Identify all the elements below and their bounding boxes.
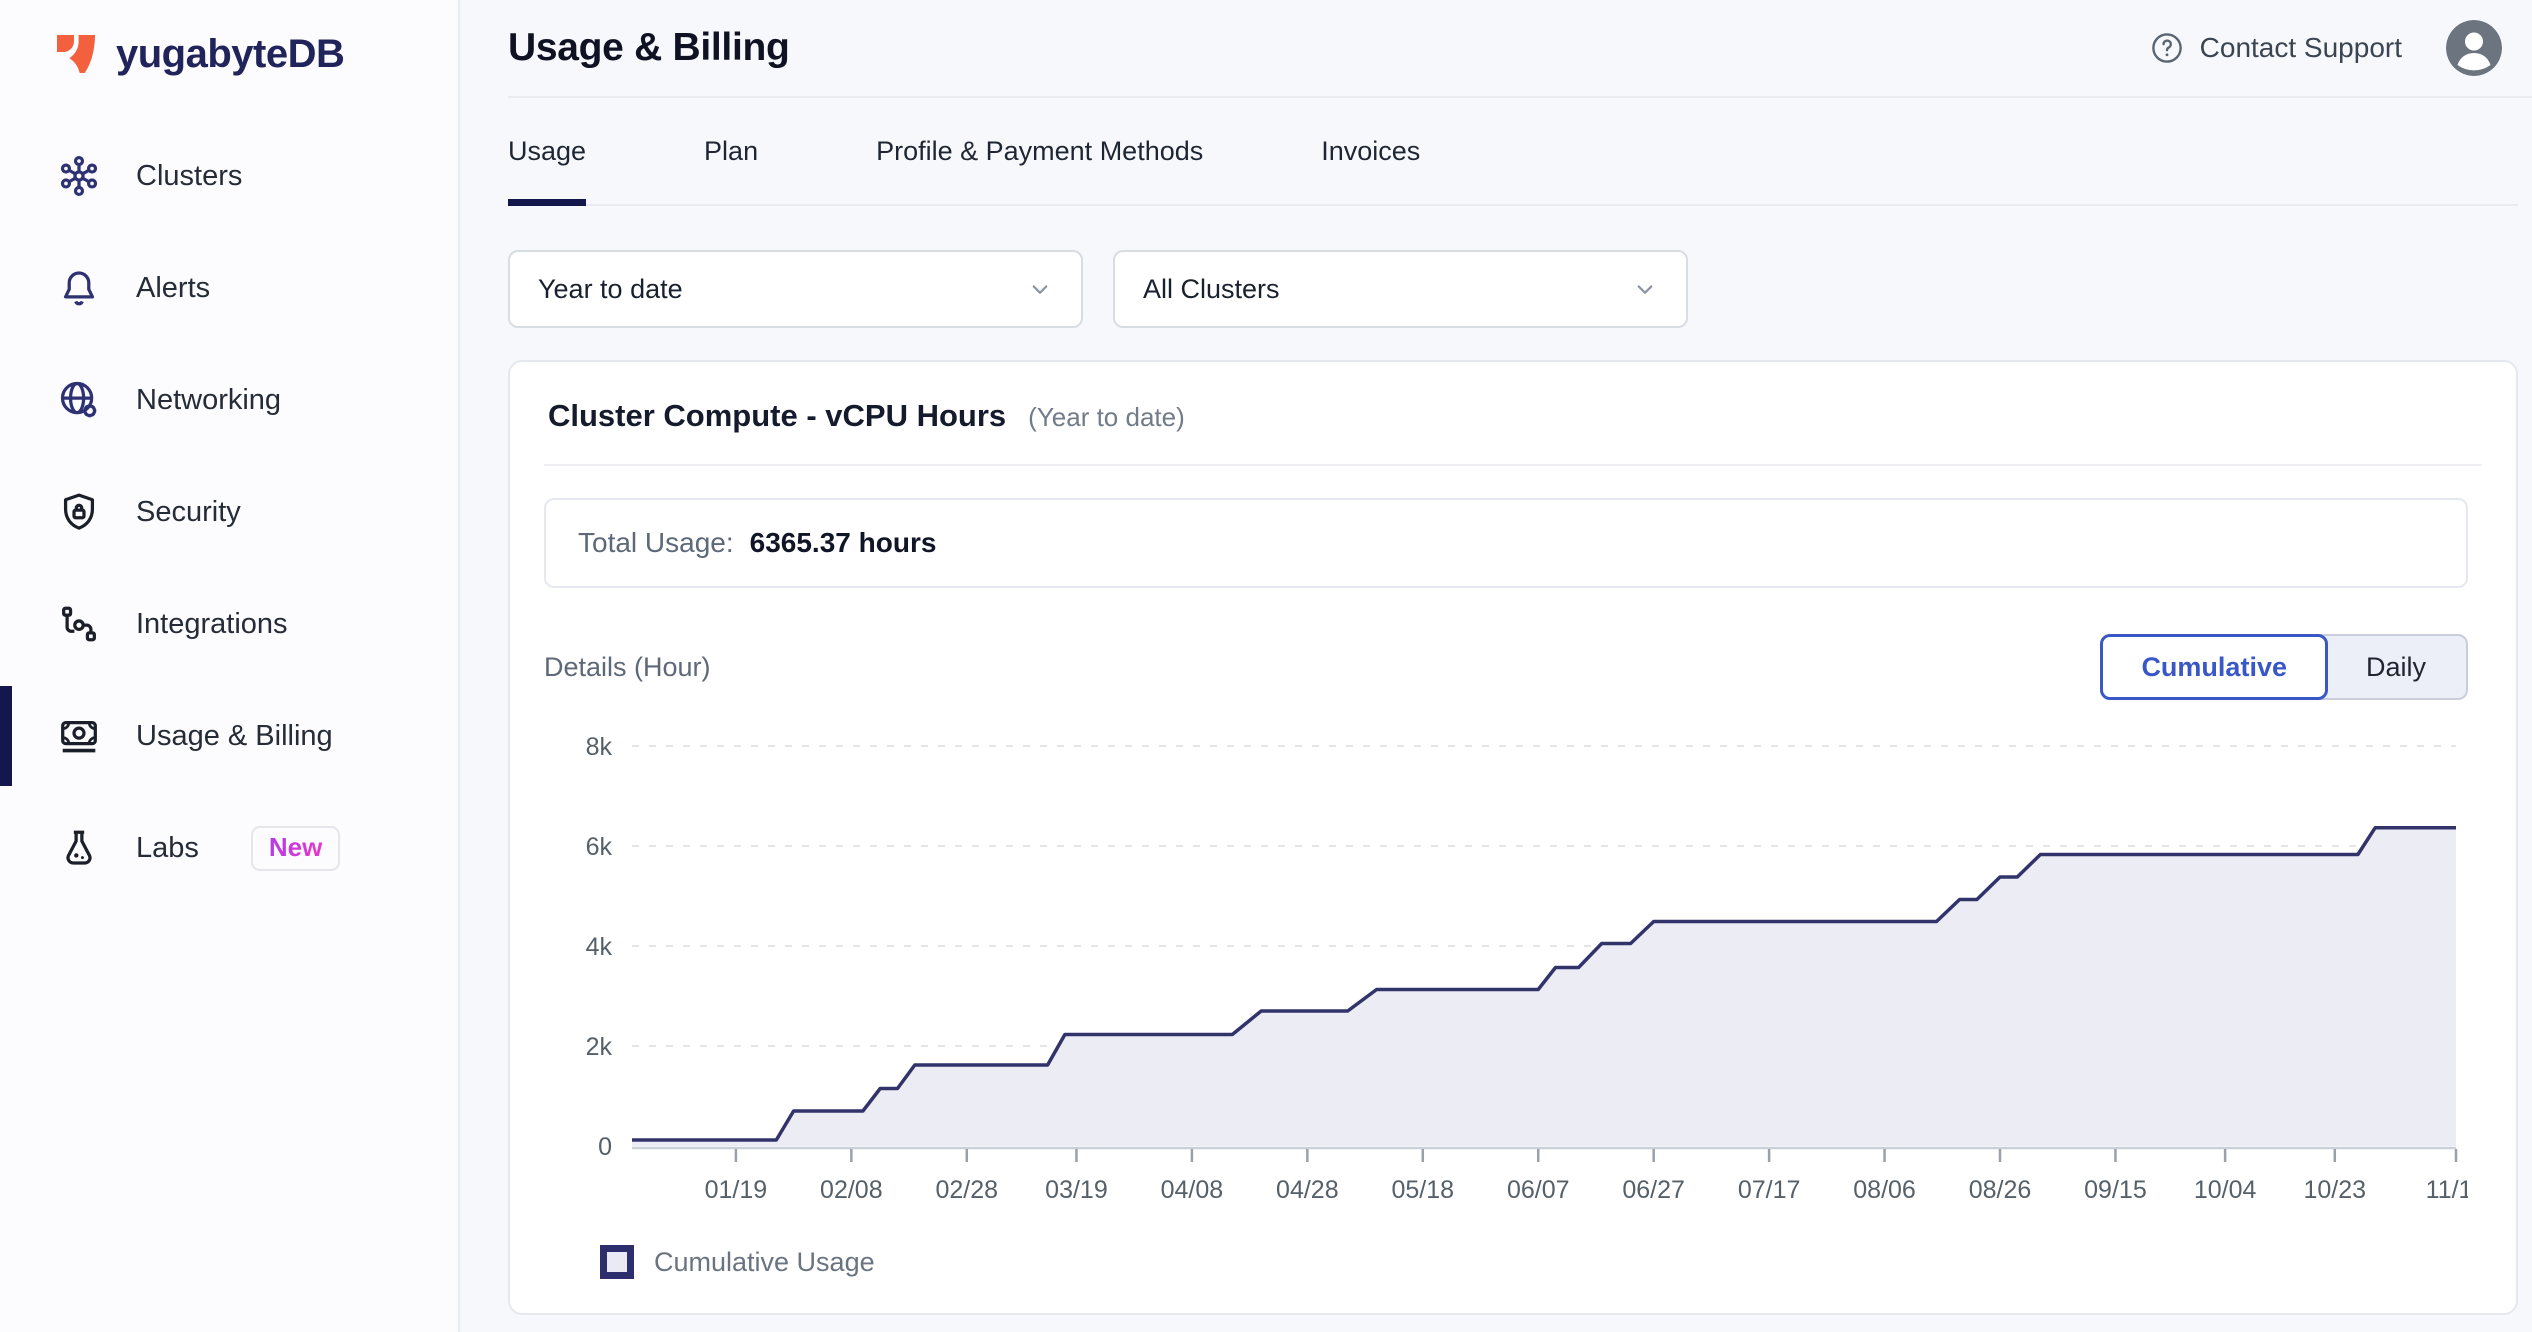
svg-text:04/08: 04/08 [1161,1176,1224,1204]
yugabytedb-logo[interactable]: yugabyteDB [0,0,458,78]
sidebar-item-label: Usage & Billing [136,720,333,753]
usage-chart: 0 2k 4k 6k 8k 01/19 02/08 02/28 03/19 04/08 04/28 0… [544,714,2468,1222]
tab-label: Invoices [1321,136,1420,167]
sidebar-item-security[interactable]: Security [0,456,458,568]
legend-label: Cumulative Usage [654,1247,875,1278]
tab-label: Profile & Payment Methods [876,136,1203,167]
billing-tabs: Usage Plan Profile & Payment Methods Inv… [508,98,2518,206]
svg-text:10/23: 10/23 [2304,1176,2367,1204]
workflow-icon [56,601,102,647]
clusters-icon [56,153,102,199]
svg-text:02/28: 02/28 [936,1176,999,1204]
period-select-value: Year to date [538,274,683,305]
page-header: Usage & Billing Contact Support [508,0,2532,98]
sidebar-item-label: Networking [136,384,281,417]
chevron-down-icon [1025,274,1055,304]
svg-text:07/17: 07/17 [1738,1176,1801,1204]
tab-invoices[interactable]: Invoices [1321,98,1420,204]
svg-text:03/19: 03/19 [1045,1176,1108,1204]
svg-text:8k: 8k [586,733,613,761]
tab-label: Plan [704,136,758,167]
filters-row: Year to date All Clusters [508,250,2518,328]
sidebar: yugabyteDB Clusters Alerts [0,0,460,1332]
card-divider [544,464,2482,466]
sidebar-item-alerts[interactable]: Alerts [0,232,458,344]
globe-gear-icon [56,377,102,423]
total-usage-value: 6365.37 hours [750,527,937,559]
sidebar-item-label: Alerts [136,272,210,305]
sidebar-item-label: Security [136,496,241,529]
usage-card: Cluster Compute - vCPU Hours (Year to da… [508,360,2518,1315]
logo-text: yugabyteDB [116,32,344,77]
bell-icon [56,265,102,311]
tab-plan[interactable]: Plan [704,98,758,204]
svg-text:0: 0 [598,1133,612,1161]
flask-icon [56,825,102,871]
svg-text:02/08: 02/08 [820,1176,883,1204]
clusters-select[interactable]: All Clusters [1113,250,1688,328]
yugabytedb-logo-icon [52,30,100,78]
legend-checkbox[interactable] [600,1245,634,1279]
svg-text:08/26: 08/26 [1969,1176,2032,1204]
sidebar-item-integrations[interactable]: Integrations [0,568,458,680]
sidebar-item-usage-billing[interactable]: Usage & Billing [0,680,458,792]
svg-text:09/15: 09/15 [2084,1176,2147,1204]
card-title: Cluster Compute - vCPU Hours [548,398,1006,434]
cumulative-toggle-button[interactable]: Cumulative [2100,634,2328,700]
avatar-icon [2446,20,2502,76]
clusters-select-value: All Clusters [1143,274,1280,305]
svg-text:01/19: 01/19 [705,1176,768,1204]
svg-text:11/13: 11/13 [2426,1176,2468,1204]
svg-text:6k: 6k [586,833,613,861]
sidebar-item-label: Clusters [136,160,242,193]
user-avatar[interactable] [2446,20,2502,76]
tab-label: Usage [508,136,586,167]
daily-toggle-button[interactable]: Daily [2318,634,2468,700]
svg-text:2k: 2k [586,1033,613,1061]
svg-text:10/04: 10/04 [2194,1176,2257,1204]
period-select[interactable]: Year to date [508,250,1083,328]
card-subtitle: (Year to date) [1028,402,1185,433]
total-usage-box: Total Usage: 6365.37 hours [544,498,2468,588]
svg-text:05/18: 05/18 [1392,1176,1455,1204]
chevron-down-icon [1630,274,1660,304]
svg-text:08/06: 08/06 [1853,1176,1916,1204]
usage-chart-container: 0 2k 4k 6k 8k 01/19 02/08 02/28 03/19 04/08 04/28 0… [544,714,2468,1227]
total-usage-label: Total Usage: [578,527,734,559]
tab-profile-payment-methods[interactable]: Profile & Payment Methods [876,98,1203,204]
chart-legend: Cumulative Usage [600,1245,2468,1279]
main-content: Usage & Billing Contact Support Usage [460,0,2532,1332]
sidebar-item-label: Labs [136,832,199,865]
help-icon [2148,29,2186,67]
sidebar-nav: Clusters Alerts Networking [0,120,458,904]
labs-new-badge: New [251,826,340,871]
sidebar-item-labs[interactable]: Labs New [0,792,458,904]
svg-text:06/07: 06/07 [1507,1176,1570,1204]
sidebar-item-label: Integrations [136,608,288,641]
contact-support-label: Contact Support [2200,32,2402,64]
contact-support-button[interactable]: Contact Support [2148,29,2402,67]
view-toggle: Cumulative Daily [2100,634,2468,700]
page-title: Usage & Billing [508,26,790,70]
svg-text:06/27: 06/27 [1622,1176,1685,1204]
banknote-icon [56,713,102,759]
svg-text:4k: 4k [586,933,613,961]
svg-text:04/28: 04/28 [1276,1176,1339,1204]
shield-lock-icon [56,489,102,535]
sidebar-item-clusters[interactable]: Clusters [0,120,458,232]
details-label: Details (Hour) [544,652,711,683]
sidebar-item-networking[interactable]: Networking [0,344,458,456]
tab-usage[interactable]: Usage [508,98,586,204]
